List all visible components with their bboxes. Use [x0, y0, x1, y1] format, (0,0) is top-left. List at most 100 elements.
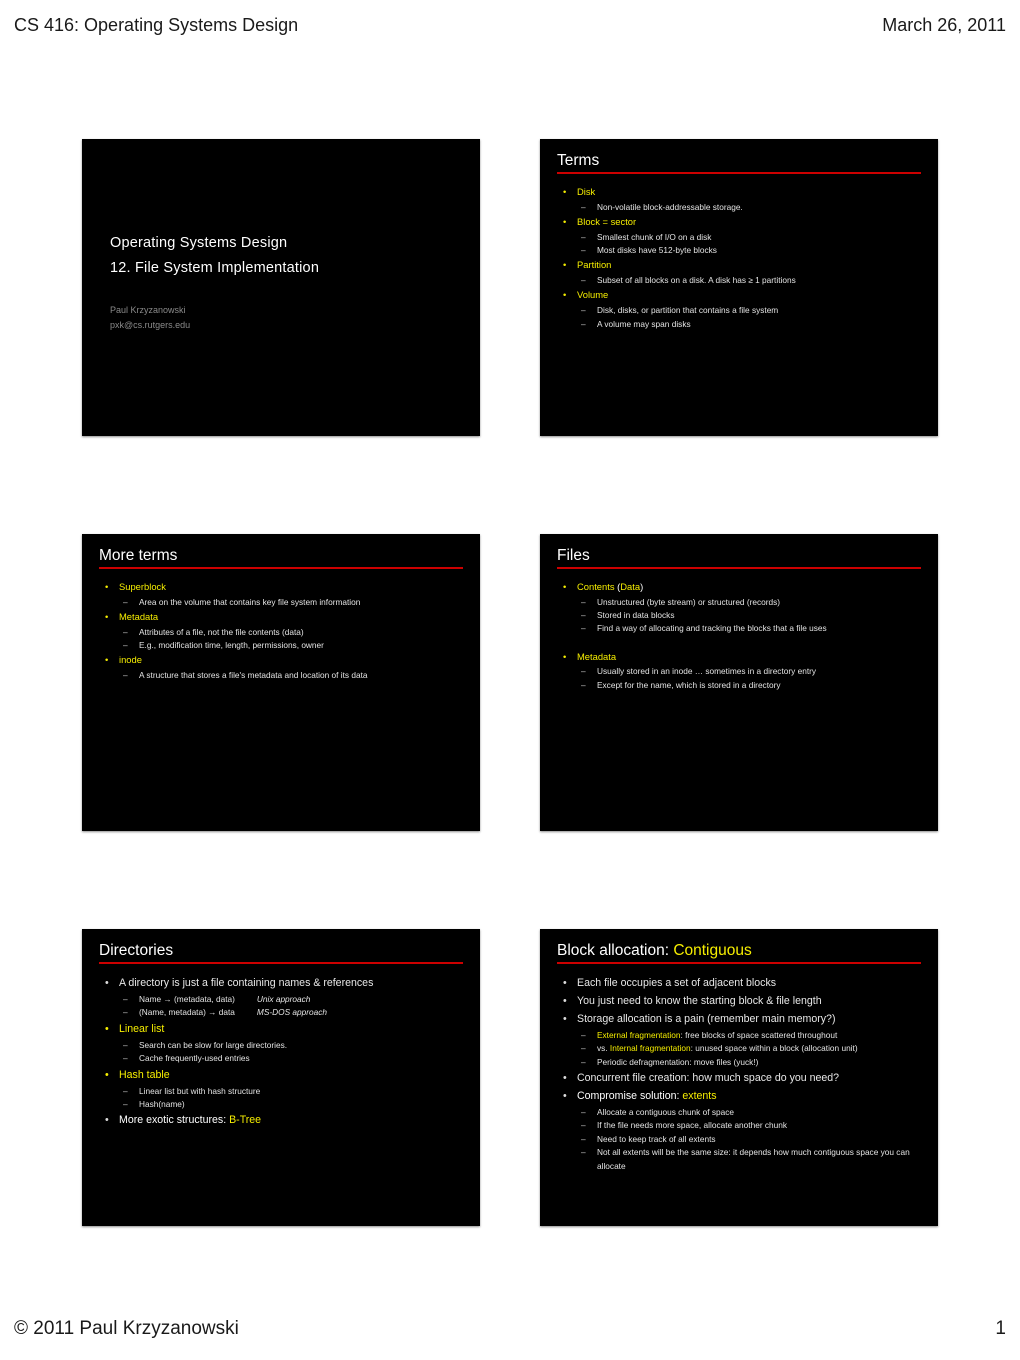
- vertical-spacer: [558, 637, 928, 650]
- sub-bullet-item: – Disk, disks, or partition that contains…: [577, 304, 928, 317]
- slide-body-block-allocation: • Each file occupies a set of adjacent b…: [558, 975, 928, 1174]
- slide-title-directories: Directories: [99, 942, 174, 959]
- slide-directories[interactable]: Directories • A directory is just a file…: [82, 929, 480, 1226]
- slide-grid: Operating Systems Design 12. File System…: [82, 139, 938, 1226]
- dash-icon: –: [123, 670, 128, 681]
- dash-icon: –: [123, 640, 128, 651]
- sub-bullet-text: Stored in data blocks: [597, 610, 675, 621]
- sub-bullet-text: Search can be slow for large directories…: [139, 1039, 288, 1050]
- bullet-text: Disk: [577, 186, 596, 197]
- slide-files[interactable]: Files • Contents (Data) – Unstructured (b…: [540, 534, 938, 831]
- dash-icon: –: [581, 1029, 586, 1040]
- bullet-dot-icon: •: [563, 650, 567, 662]
- bullet-item: • A directory is just a file containing …: [100, 975, 470, 1020]
- slide-block-allocation[interactable]: Block allocation: Contiguous • Each file…: [540, 929, 938, 1226]
- bullet-item: • Storage allocation is a pain (remember…: [558, 1011, 928, 1069]
- bullet-dot-icon: •: [105, 977, 109, 989]
- sub-bullet-text: Most disks have 512-byte blocks: [597, 245, 717, 256]
- sub-bullet-list: – Linear list but with hash structure – Ha…: [119, 1085, 470, 1112]
- title-rule: [557, 172, 921, 174]
- bullet-dot-icon: •: [563, 977, 567, 989]
- dash-icon: –: [581, 305, 586, 316]
- sub-bullet-text: Need to keep track of all extents: [597, 1133, 716, 1144]
- bullet-dot-icon: •: [105, 611, 109, 623]
- slide-body-more-terms: • Superblock – Area on the volume that co…: [100, 580, 470, 683]
- bullet-text-part: Compromise solution:: [577, 1090, 683, 1103]
- bullet-dot-icon: •: [563, 186, 567, 197]
- sub-bullet-text: Disk, disks, or partition that contains …: [597, 305, 779, 316]
- dash-icon: –: [581, 679, 586, 690]
- header-date: March 26, 2011: [882, 14, 1006, 35]
- bullet-item: • Disk – Non-volatile block-addressable s…: [558, 185, 928, 214]
- sub-bullet-text: If the file needs more space, allocate a…: [597, 1120, 788, 1131]
- sub-bullet-text: Cache frequently-used entries: [139, 1053, 250, 1064]
- sub-bullet-list: – Usually stored in an inode … sometimes …: [577, 665, 928, 692]
- slide-header-files: Files: [557, 546, 921, 569]
- bullet-dot-icon: •: [105, 1114, 109, 1127]
- bullet-dot-icon: •: [563, 259, 567, 271]
- bullet-text-part: Data: [620, 581, 641, 592]
- dash-icon: –: [581, 610, 586, 621]
- bullet-text: Concurrent file creation: how much space…: [577, 1072, 840, 1085]
- bullet-dot-icon: •: [105, 654, 109, 666]
- slide-body-terms: • Disk – Non-volatile block-addressable s…: [558, 185, 928, 332]
- sub-bullet-note: MS-DOS approach: [256, 1007, 328, 1018]
- bullet-dot-icon: •: [563, 216, 567, 228]
- title-slide-body: Operating Systems Design 12. File System…: [110, 231, 462, 333]
- sub-bullet-list: – Allocate a contiguous chunk of space – I…: [577, 1106, 928, 1173]
- sub-bullet-text: vs.: [597, 1043, 610, 1054]
- dash-icon: –: [123, 596, 128, 607]
- bullet-dot-icon: •: [563, 1012, 567, 1025]
- sub-bullet-text: Smallest chunk of I/O on a disk: [597, 231, 712, 242]
- sub-bullet-item: – Non-volatile block-addressable storage.: [577, 201, 928, 214]
- sub-bullet-note: Unix approach: [256, 993, 311, 1004]
- bullet-dot-icon: •: [563, 1072, 567, 1085]
- bullet-item: • Metadata – Attributes of a file, not th…: [100, 610, 470, 652]
- slide-title-block-allocation: Block allocation: Contiguous: [557, 941, 921, 960]
- dash-icon: –: [123, 1007, 128, 1018]
- slide-terms[interactable]: Terms • Disk – Non-volatile block-address…: [540, 139, 938, 436]
- sub-bullet-list: – Name → (metadata, data) Unix approach –(…: [119, 993, 470, 1020]
- dash-icon: –: [581, 275, 586, 286]
- bullet-item: • More exotic structures: B-Tree: [100, 1112, 470, 1129]
- dash-icon: –: [581, 1120, 586, 1131]
- bullet-text-part: More exotic structures:: [119, 1114, 230, 1127]
- slide-title[interactable]: Operating Systems Design 12. File System…: [82, 139, 480, 436]
- footer-copyright: © 2011 Paul Krzyzanowski: [14, 1318, 239, 1339]
- slide-header-more-terms: More terms: [99, 546, 463, 569]
- slide-title-more-terms: More terms: [99, 547, 178, 564]
- sub-bullet-item: – Not all extents will be the same size: …: [577, 1146, 928, 1173]
- bullet-item: • You just need to know the starting blo…: [558, 993, 928, 1010]
- footer-page-number: 1: [995, 1318, 1006, 1339]
- slide-title-accent: Contiguous: [673, 942, 752, 959]
- bullet-text: inode: [119, 654, 142, 666]
- bullet-text: Metadata: [119, 611, 159, 623]
- bullet-item: • Linear list – Search can be slow for la…: [100, 1021, 470, 1066]
- sub-bullet-item: – Area on the volume that contains key fi…: [119, 596, 470, 609]
- page-footer: © 2011 Paul Krzyzanowski 1: [14, 1314, 1006, 1344]
- bullet-dot-icon: •: [105, 1068, 109, 1081]
- bullet-list: • Contents (Data) – Unstructured (byte st…: [558, 580, 928, 692]
- sub-bullet-text: Usually stored in an inode … sometimes i…: [597, 666, 817, 677]
- sub-bullet-text: Linear list but with hash structure: [139, 1085, 261, 1096]
- bullet-list: • A directory is just a file containing …: [100, 975, 470, 1129]
- bullet-text: Volume: [577, 289, 609, 301]
- bullet-item: • Superblock – Area on the volume that co…: [100, 580, 470, 609]
- sub-bullet-item: – Search can be slow for large directorie…: [119, 1039, 470, 1052]
- sub-bullet-item: – Find a way of allocating and tracking t…: [577, 622, 928, 635]
- bullet-item: • Metadata – Usually stored in an inode ……: [558, 650, 928, 692]
- sub-bullet-text: E.g., modification time, length, permiss…: [139, 640, 324, 651]
- slide-more-terms[interactable]: More terms • Superblock – Area on the vol…: [82, 534, 480, 831]
- sub-bullet-list: – Smallest chunk of I/O on a disk – Most d…: [577, 231, 928, 258]
- bullet-item: • inode – A structure that stores a file'…: [100, 653, 470, 682]
- title-rule: [99, 962, 463, 964]
- dash-icon: –: [581, 1147, 586, 1158]
- sub-bullet-text: : free blocks of space scattered through…: [680, 1029, 838, 1040]
- bullet-dot-icon: •: [563, 289, 567, 301]
- bullet-text-part: ): [640, 581, 644, 592]
- bullet-item: • Hash table – Linear list but with hash …: [100, 1067, 470, 1112]
- bullet-text-part: Contents: [577, 581, 618, 592]
- sub-bullet-list: – Area on the volume that contains key fi…: [119, 596, 470, 609]
- sub-bullet-item: – External fragmentation: free blocks of …: [577, 1029, 928, 1042]
- title-rule: [557, 962, 921, 964]
